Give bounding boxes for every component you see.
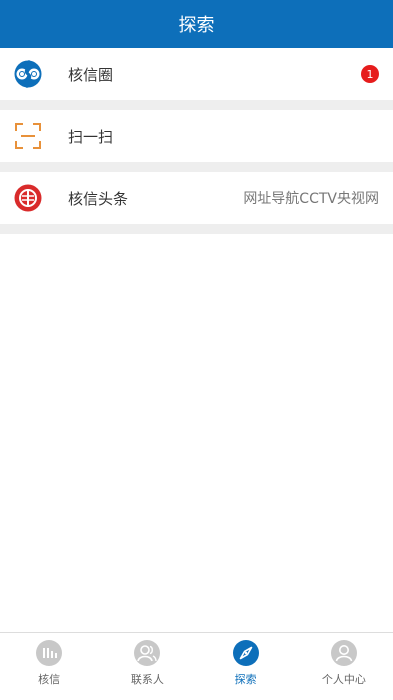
page-title: 探索 [178,15,215,36]
tab-profile[interactable]: 个人中心 [295,633,393,700]
hexin-circle-row[interactable]: 核信圈 1 [0,48,393,100]
hexin-circle-label: 核信圈 [68,65,114,84]
tab-hexin[interactable]: 核信 [0,633,98,700]
tab-contacts[interactable]: 联系人 [98,633,196,700]
hexin-news-row[interactable]: 核信头条 网址导航CCTV央视网 [0,172,393,224]
tab-label: 个人中心 [321,673,366,686]
chat-icon [36,640,63,666]
tab-label: 核信 [38,673,61,686]
profile-icon [330,640,357,666]
divider [0,224,393,234]
tab-label: 探索 [234,673,257,686]
notification-badge: 1 [361,65,379,83]
tab-explore[interactable]: 探索 [197,633,295,700]
news-subtitle: 网址导航CCTV央视网 [243,191,379,207]
app-header: 探索 [0,0,393,48]
tab-label: 联系人 [130,673,164,686]
contacts-icon [134,640,161,666]
compass-icon [232,640,259,666]
divider [0,100,393,110]
hexin-news-label: 核信头条 [68,189,129,208]
hexin-circle-icon [14,60,42,88]
hexin-news-icon [14,184,42,212]
scan-row[interactable]: 扫一扫 [0,110,393,162]
divider [0,162,393,172]
bottom-tab-bar: 核信 联系人 探索 个人中心 [0,632,393,700]
scan-label: 扫一扫 [68,127,114,146]
scan-icon [15,123,41,149]
